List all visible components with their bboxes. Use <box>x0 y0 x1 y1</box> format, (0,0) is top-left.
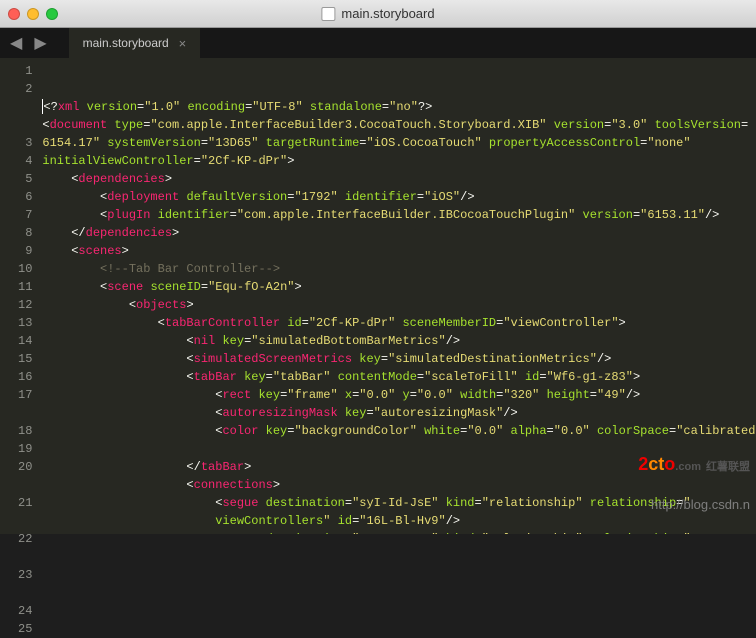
line-number <box>18 512 32 530</box>
code-line[interactable]: viewControllers" id="16L-Bl-Hv9"/> <box>42 512 756 530</box>
window-title-text: main.storyboard <box>341 6 434 21</box>
code-line[interactable]: 6154.17" systemVersion="13D65" targetRun… <box>42 134 756 152</box>
code-line[interactable]: <scenes> <box>42 242 756 260</box>
line-number: 2 <box>18 80 32 98</box>
line-number <box>18 98 32 116</box>
line-number: 5 <box>18 170 32 188</box>
line-number: 12 <box>18 296 32 314</box>
line-gutter: 12 34567891011121314151617 181920 21 22 … <box>0 58 42 534</box>
code-line[interactable]: <objects> <box>42 296 756 314</box>
line-number: 14 <box>18 332 32 350</box>
code-line[interactable]: <segue destination="syI-Id-JsE" kind="re… <box>42 494 756 512</box>
line-number: 3 <box>18 134 32 152</box>
line-number: 8 <box>18 224 32 242</box>
code-line[interactable]: <!--Tab Bar Controller--> <box>42 260 756 278</box>
code-line[interactable]: <nil key="simulatedBottomBarMetrics"/> <box>42 332 756 350</box>
line-number <box>18 404 32 422</box>
line-number: 11 <box>18 278 32 296</box>
watermark-logo: 2cto.com 红薯联盟 <box>608 437 750 494</box>
line-number: 24 <box>18 602 32 620</box>
nav-back-button[interactable]: ◀ <box>10 33 22 53</box>
line-number: 4 <box>18 152 32 170</box>
window-title: main.storyboard <box>321 6 434 21</box>
code-line[interactable]: <?xml version="1.0" encoding="UTF-8" sta… <box>42 98 756 116</box>
tab-label: main.storyboard <box>83 36 169 50</box>
line-number: 17 <box>18 386 32 404</box>
traffic-lights <box>8 8 58 20</box>
line-number <box>18 476 32 494</box>
line-number: 20 <box>18 458 32 476</box>
line-number <box>18 116 32 134</box>
nav-bar: ◀ ▶ main.storyboard × <box>0 28 756 58</box>
line-number: 15 <box>18 350 32 368</box>
line-number: 9 <box>18 242 32 260</box>
line-number: 23 <box>18 566 32 584</box>
line-number: 16 <box>18 368 32 386</box>
close-window-button[interactable] <box>8 8 20 20</box>
code-line[interactable]: <deployment defaultVersion="1792" identi… <box>42 188 756 206</box>
code-line[interactable]: <document type="com.apple.InterfaceBuild… <box>42 116 756 134</box>
line-number <box>18 584 32 602</box>
watermark-text: http://blog.csdn.n <box>651 496 750 514</box>
line-number: 10 <box>18 260 32 278</box>
minimize-window-button[interactable] <box>27 8 39 20</box>
line-number: 1 <box>18 62 32 80</box>
line-number: 18 <box>18 422 32 440</box>
tab-close-button[interactable]: × <box>179 36 187 51</box>
code-area[interactable]: <?xml version="1.0" encoding="UTF-8" sta… <box>42 58 756 534</box>
code-line[interactable]: <tabBar key="tabBar" contentMode="scaleT… <box>42 368 756 386</box>
code-line[interactable]: <simulatedScreenMetrics key="simulatedDe… <box>42 350 756 368</box>
code-editor[interactable]: 12 34567891011121314151617 181920 21 22 … <box>0 58 756 534</box>
code-line[interactable]: <dependencies> <box>42 170 756 188</box>
code-line[interactable]: </dependencies> <box>42 224 756 242</box>
nav-forward-button[interactable]: ▶ <box>34 33 46 53</box>
tab-main-storyboard[interactable]: main.storyboard × <box>69 28 201 58</box>
line-number: 21 <box>18 494 32 512</box>
maximize-window-button[interactable] <box>46 8 58 20</box>
line-number: 6 <box>18 188 32 206</box>
line-number: 7 <box>18 206 32 224</box>
code-line[interactable]: <plugIn identifier="com.apple.InterfaceB… <box>42 206 756 224</box>
window-titlebar: main.storyboard <box>0 0 756 28</box>
tab-bar: main.storyboard × <box>69 28 201 58</box>
code-line[interactable]: <tabBarController id="2Cf-KP-dPr" sceneM… <box>42 314 756 332</box>
line-number: 13 <box>18 314 32 332</box>
code-line[interactable]: <rect key="frame" x="0.0" y="0.0" width=… <box>42 386 756 404</box>
file-icon <box>321 7 335 21</box>
code-line[interactable]: <scene sceneID="Equ-fO-A2n"> <box>42 278 756 296</box>
line-number: 25 <box>18 620 32 638</box>
code-line[interactable]: <segue destination="u0u-5F-QUa" kind="re… <box>42 530 756 534</box>
line-number: 22 <box>18 530 32 548</box>
code-line[interactable]: initialViewController="2Cf-KP-dPr"> <box>42 152 756 170</box>
line-number: 19 <box>18 440 32 458</box>
code-line[interactable]: <autoresizingMask key="autoresizingMask"… <box>42 404 756 422</box>
line-number <box>18 548 32 566</box>
